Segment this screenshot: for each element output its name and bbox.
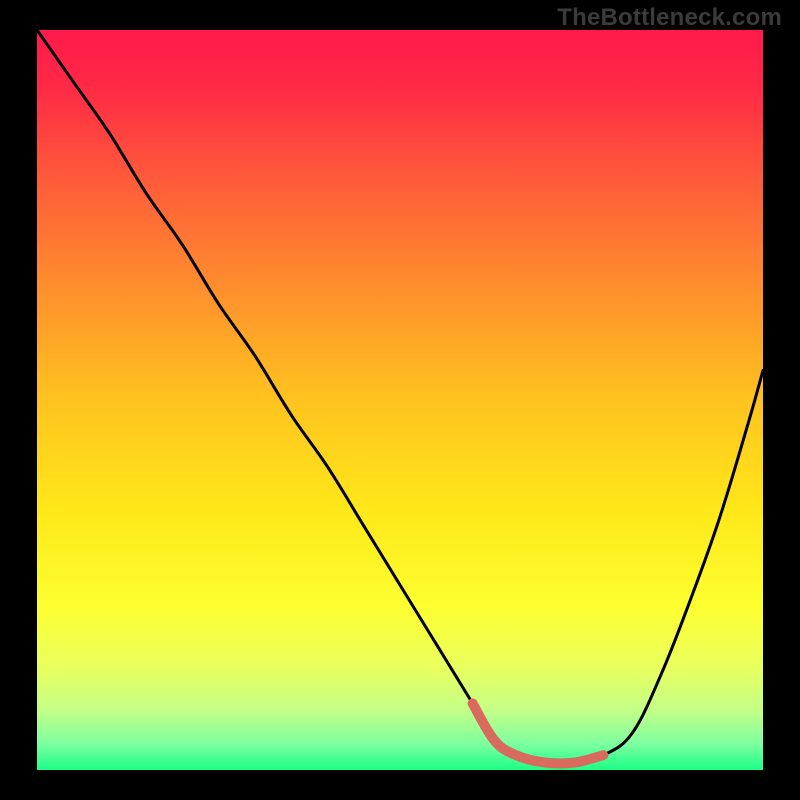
gradient-background — [37, 30, 763, 770]
chart-frame: TheBottleneck.com — [0, 0, 800, 800]
watermark-text: TheBottleneck.com — [557, 4, 782, 32]
bottleneck-chart — [37, 30, 763, 770]
plot-area — [37, 30, 763, 770]
